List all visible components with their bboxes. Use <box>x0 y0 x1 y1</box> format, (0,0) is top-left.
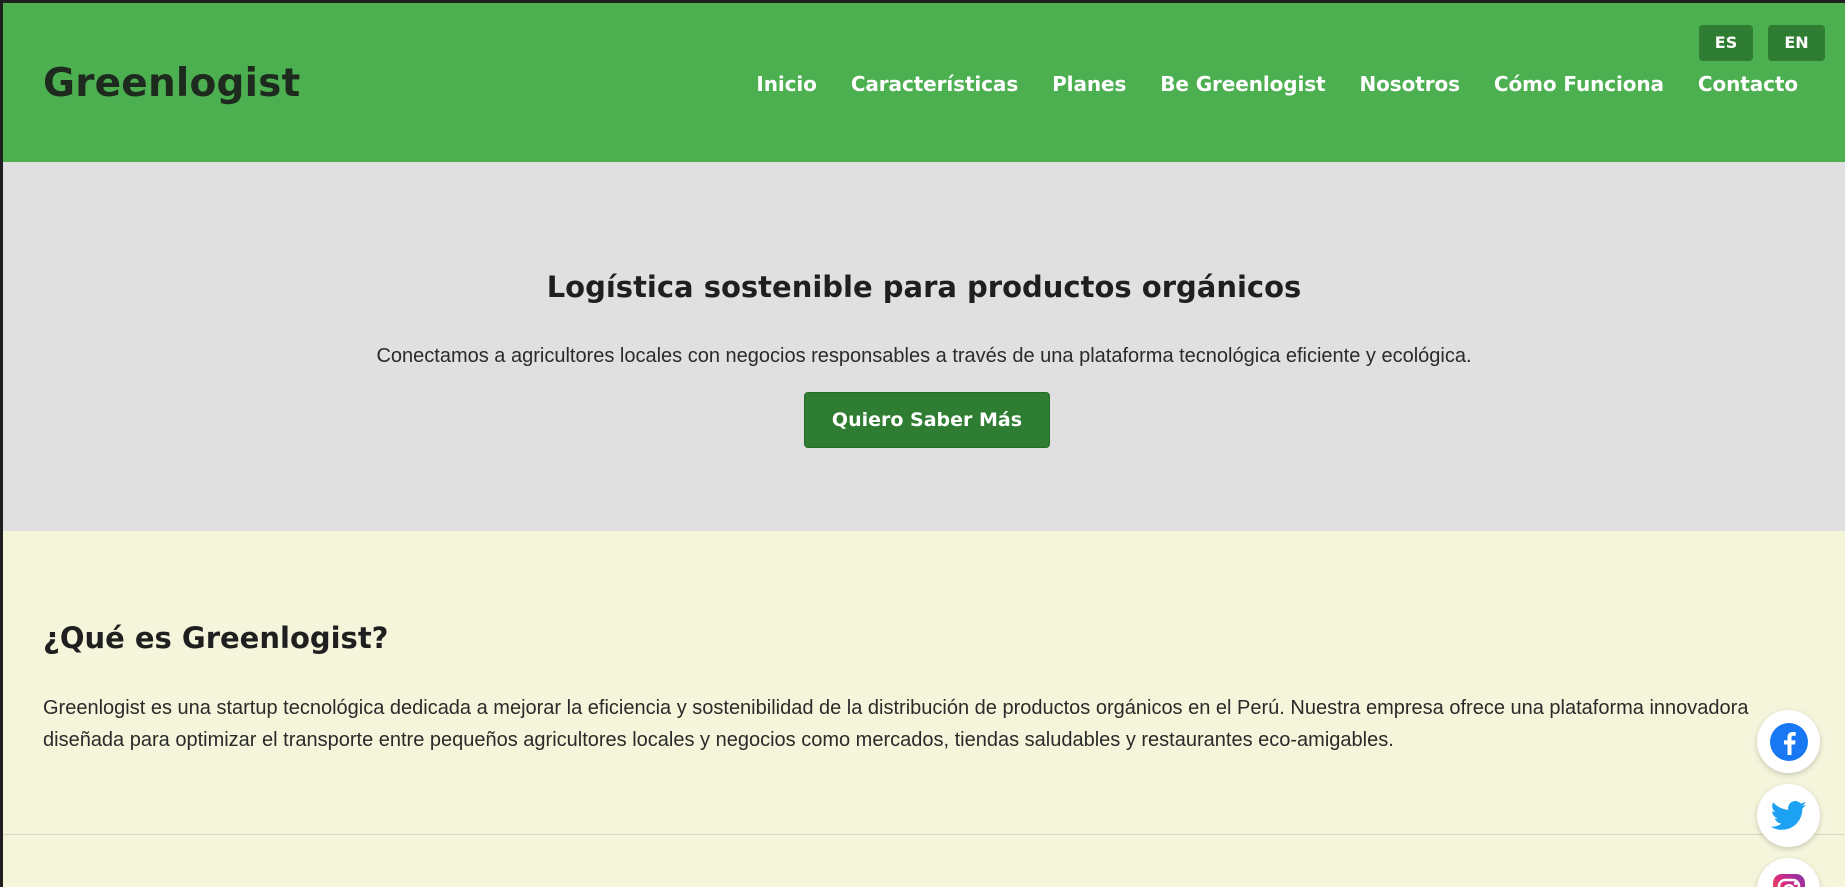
site-header: Greenlogist ES EN Inicio Características… <box>3 3 1845 163</box>
nav-item-be-greenlogist[interactable]: Be Greenlogist <box>1160 72 1325 96</box>
main-nav: Inicio Características Planes Be Greenlo… <box>756 72 1798 96</box>
nav-item-planes[interactable]: Planes <box>1052 72 1126 96</box>
nav-item-inicio[interactable]: Inicio <box>756 72 816 96</box>
hero-section: Logística sostenible para productos orgá… <box>3 162 1845 531</box>
about-title: ¿Qué es Greenlogist? <box>43 621 389 655</box>
nav-item-contacto[interactable]: Contacto <box>1698 72 1798 96</box>
learn-more-button[interactable]: Quiero Saber Más <box>804 392 1050 448</box>
about-body: Greenlogist es una startup tecnológica d… <box>43 697 1749 751</box>
page: Greenlogist ES EN Inicio Características… <box>0 0 1845 887</box>
hero-subtitle: Conectamos a agricultores locales con ne… <box>376 345 1472 367</box>
instagram-button[interactable] <box>1757 858 1820 887</box>
language-en-button[interactable]: EN <box>1768 25 1825 61</box>
nav-item-nosotros[interactable]: Nosotros <box>1360 72 1461 96</box>
instagram-icon <box>1772 873 1805 887</box>
twitter-button[interactable] <box>1757 784 1820 847</box>
hero-title: Logística sostenible para productos orgá… <box>546 270 1302 304</box>
brand-logo[interactable]: Greenlogist <box>43 61 300 106</box>
facebook-icon <box>1769 722 1808 761</box>
nav-item-caracteristicas[interactable]: Características <box>851 72 1018 96</box>
language-es-button[interactable]: ES <box>1699 25 1753 61</box>
nav-item-como-funciona[interactable]: Cómo Funciona <box>1494 72 1664 96</box>
about-section: ¿Qué es Greenlogist? Greenlogist es una … <box>3 531 1845 835</box>
twitter-icon <box>1770 800 1806 830</box>
facebook-button[interactable] <box>1757 710 1820 773</box>
